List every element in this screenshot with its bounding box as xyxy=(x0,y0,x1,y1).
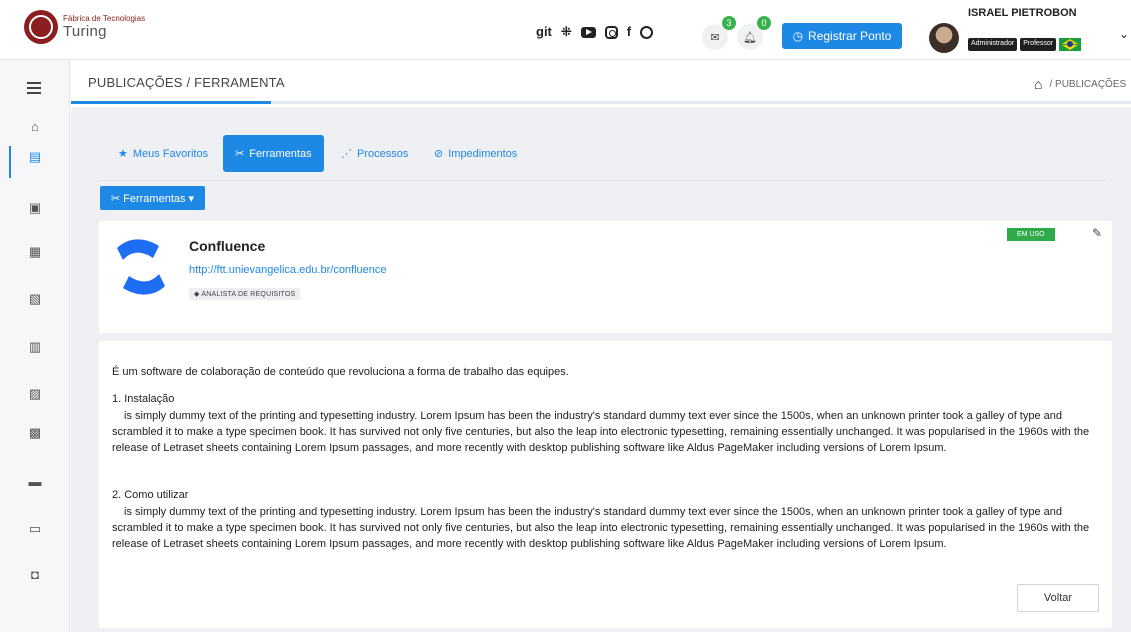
brand-logo[interactable]: Fábrica de Tecnologias Turing xyxy=(24,10,145,44)
sidebar-item-thumbs-down-icon[interactable]: ▩ xyxy=(28,426,42,440)
tab-label: Impedimentos xyxy=(448,147,518,160)
section-body: is simply dummy text of the printing and… xyxy=(112,506,1090,550)
sidebar-active-indicator xyxy=(9,146,11,178)
confluence-logo-icon xyxy=(117,239,165,295)
whatsapp-icon[interactable] xyxy=(640,25,654,39)
brazil-flag-icon xyxy=(1059,38,1082,51)
bell-icon: 🔔︎ xyxy=(743,31,757,44)
breadcrumb-item[interactable]: / PUBLICAÇÕES xyxy=(1049,79,1126,90)
home-icon[interactable]: ⌂ xyxy=(1034,76,1042,92)
tab-bar: ★ Meus Favoritos ✂ Ferramentas ⋰ Process… xyxy=(101,135,1106,181)
role-tag-label: ANALISTA DE REQUISITOS xyxy=(201,291,296,298)
tools-dropdown-button[interactable]: ✂ Ferramentas ▾ xyxy=(100,186,205,210)
brand-subtitle: Fábrica de Tecnologias xyxy=(63,14,146,23)
section-body: is simply dummy text of the printing and… xyxy=(112,410,1090,454)
tab-processes[interactable]: ⋰ Processos xyxy=(341,135,408,172)
tab-tools[interactable]: ✂ Ferramentas xyxy=(223,135,324,172)
social-links: git ⁜ f xyxy=(536,25,654,39)
sidebar-item-ticket-icon[interactable]: ▬ xyxy=(28,475,42,489)
sidebar-item-clipboard-icon[interactable]: ▥ xyxy=(28,340,42,354)
menu-toggle-icon[interactable] xyxy=(27,82,41,97)
tab-impediments[interactable]: ⊘ Impedimentos xyxy=(434,135,517,172)
sidebar-item-calendar-icon[interactable]: ▦ xyxy=(28,245,42,259)
sidebar-item-calendar-check-icon[interactable]: ▨ xyxy=(28,387,42,401)
tag-icon: ◆ xyxy=(194,291,200,298)
description-card: É um software de colaboração de conteúdo… xyxy=(99,341,1112,628)
dropdown-label: Ferramentas ▾ xyxy=(123,192,195,205)
avatar[interactable] xyxy=(929,23,959,53)
role-tag: ◆ ANALISTA DE REQUISITOS xyxy=(189,288,301,300)
back-button[interactable]: Voltar xyxy=(1017,584,1099,612)
brand-text: Fábrica de Tecnologias Turing xyxy=(63,14,146,40)
register-time-label: Registrar Ponto xyxy=(808,29,892,43)
brand-name: Turing xyxy=(63,23,107,40)
pencil-icon[interactable]: ✎ xyxy=(1092,226,1102,240)
user-roles: Administrador Professor xyxy=(968,38,1082,51)
sidebar-item-hdd-icon[interactable]: ▭ xyxy=(28,522,42,536)
sidebar-item-settings-drive-icon[interactable]: ◘ xyxy=(28,568,42,582)
ban-icon: ⊘ xyxy=(434,148,444,160)
star-icon: ★ xyxy=(118,148,128,160)
sidebar-item-contacts-icon[interactable]: ▣ xyxy=(28,201,42,215)
youtube-icon[interactable] xyxy=(580,26,596,38)
facebook-icon[interactable]: f xyxy=(627,25,631,39)
messages-button[interactable]: ✉ 3 xyxy=(702,16,736,50)
slack-icon[interactable]: ⁜ xyxy=(561,25,572,39)
git-icon[interactable]: git xyxy=(536,25,552,39)
process-icon: ⋰ xyxy=(341,148,352,160)
tool-description: É um software de colaboração de conteúdo… xyxy=(112,366,569,378)
instagram-icon[interactable] xyxy=(604,25,618,39)
clock-icon: ◷ xyxy=(792,29,804,43)
tab-label: Processos xyxy=(357,147,409,160)
chevron-down-icon[interactable]: ⌄ xyxy=(1119,27,1129,41)
messages-count-badge: 3 xyxy=(722,16,736,30)
tab-label: Ferramentas xyxy=(249,147,312,160)
breadcrumb: ⌂ / PUBLICAÇÕES xyxy=(1034,76,1126,92)
sidebar-item-image-file-icon[interactable]: ▧ xyxy=(28,292,42,306)
tab-favorites[interactable]: ★ Meus Favoritos xyxy=(118,135,208,172)
sidebar-item-home-icon[interactable]: ⌂ xyxy=(28,120,42,134)
register-time-button[interactable]: ◷ Registrar Ponto xyxy=(782,23,902,49)
top-bar: Fábrica de Tecnologias Turing git ⁜ f ✉ … xyxy=(0,0,1131,60)
section-title: 2. Como utilizar xyxy=(112,489,189,501)
alerts-count-badge: 0 xyxy=(757,16,771,30)
tools-icon: ✂ xyxy=(235,148,245,160)
tools-icon: ✂ xyxy=(110,192,121,205)
sidebar-item-publications-icon[interactable]: ▤ xyxy=(28,150,42,164)
tool-url-link[interactable]: http://ftt.unievangelica.edu.br/confluen… xyxy=(189,264,387,276)
tool-card: Confluence http://ftt.unievangelica.edu.… xyxy=(99,221,1112,333)
page-header: PUBLICAÇÕES / FERRAMENTA ⌂ / PUBLICAÇÕES xyxy=(71,60,1131,104)
tool-name: Confluence xyxy=(189,238,266,254)
envelope-icon: ✉ xyxy=(710,31,720,44)
role-badge: Professor xyxy=(1020,38,1057,51)
status-badge: EM USO xyxy=(1007,228,1055,241)
tab-label: Meus Favoritos xyxy=(132,147,209,160)
user-name: ISRAEL PIETROBON xyxy=(968,7,1077,19)
main-content: ★ Meus Favoritos ✂ Ferramentas ⋰ Process… xyxy=(71,107,1131,632)
section-title: 1. Instalação xyxy=(112,393,175,405)
sidebar: ⌂ ▤ ▣ ▦ ▧ ▥ ▨ ▩ ▬ ▭ ◘ xyxy=(0,60,70,632)
page-title: PUBLICAÇÕES / FERRAMENTA xyxy=(88,75,285,90)
logo-mark-icon xyxy=(24,10,58,44)
role-badge: Administrador xyxy=(968,38,1018,51)
alerts-button[interactable]: 🔔︎ 0 xyxy=(737,16,771,50)
